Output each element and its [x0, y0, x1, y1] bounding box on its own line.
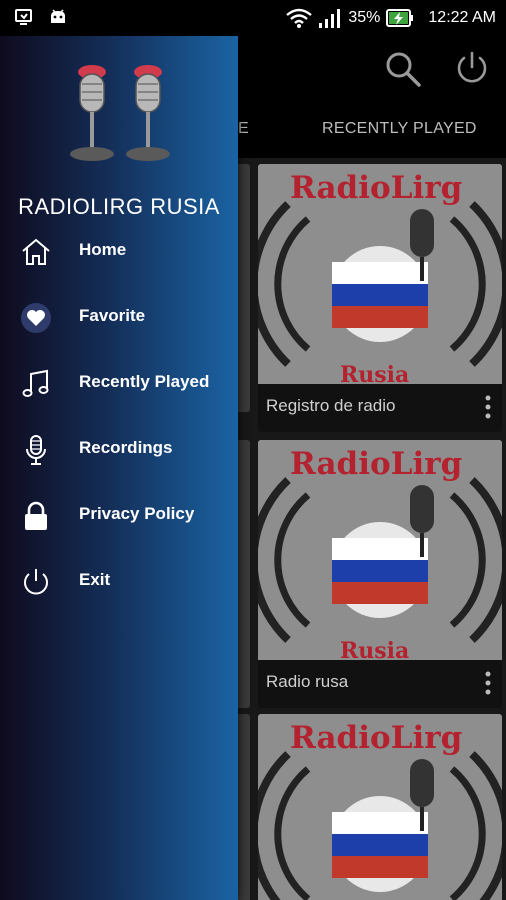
home-icon — [22, 238, 50, 265]
brand-text: RadioLirg — [290, 720, 463, 756]
music-note-icon — [22, 369, 49, 397]
drawer-item-exit[interactable]: Exit — [0, 554, 238, 610]
lock-icon — [25, 501, 47, 530]
drawer-item-label: Privacy Policy — [79, 504, 195, 523]
card-footer: Registro de radio — [258, 384, 502, 432]
heart-icon — [21, 303, 51, 333]
drawer-item-label: Recently Played — [79, 372, 210, 391]
android-notification-icon — [51, 9, 65, 23]
station-title: Radio rusa — [266, 672, 349, 691]
tab-recently-played[interactable]: RECENTLY PLAYED — [322, 120, 477, 138]
power-button-icon[interactable] — [454, 50, 490, 86]
microphones-logo-icon — [70, 65, 170, 161]
navigation-drawer: RADIOLIRG RUSIA Home Favorite Recently P… — [0, 36, 238, 900]
station-logo-image: RadioLirg Rusia — [258, 164, 502, 388]
drawer-item-label: Recordings — [79, 438, 173, 457]
drawer-title: RADIOLIRG RUSIA — [18, 194, 220, 219]
station-card[interactable]: RadioLirg Rusia Radio rusa — [258, 440, 502, 708]
station-title: Registro de radio — [266, 396, 396, 415]
tab-home-partial[interactable]: E — [238, 120, 249, 138]
card-footer: Radio rusa — [258, 660, 502, 708]
microphone-icon — [26, 435, 46, 465]
drawer-item-recently-played[interactable]: Recently Played — [0, 356, 238, 412]
status-bar: 35% 12:22 AM — [0, 0, 506, 36]
wifi-icon — [286, 8, 313, 28]
drawer-item-privacy-policy[interactable]: Privacy Policy — [0, 488, 238, 544]
station-logo-image: RadioLirg Rusia — [258, 440, 502, 664]
drawer-item-label: Exit — [79, 570, 111, 589]
drawer-item-label: Home — [79, 240, 127, 259]
signal-icon — [319, 9, 341, 28]
brand-text: RadioLirg — [290, 170, 463, 206]
station-logo-image: RadioLirg — [258, 714, 502, 900]
drawer-item-favorite[interactable]: Favorite — [0, 290, 238, 346]
search-icon[interactable] — [384, 50, 422, 88]
station-card[interactable]: RadioLirg Rusia Registro de radio — [258, 164, 502, 432]
more-options-icon[interactable] — [484, 670, 492, 696]
battery-charging-icon — [386, 9, 414, 27]
drawer-item-home[interactable]: Home — [0, 224, 238, 280]
battery-percent: 35% — [348, 9, 381, 26]
station-card[interactable]: RadioLirg — [258, 714, 502, 900]
power-icon — [24, 569, 48, 595]
drawer-item-label: Favorite — [79, 306, 146, 325]
drawer-item-recordings[interactable]: Recordings — [0, 422, 238, 478]
brand-text: RadioLirg — [290, 446, 463, 482]
more-options-icon[interactable] — [484, 394, 492, 420]
clock: 12:22 AM — [428, 9, 496, 26]
cast-notification-icon — [15, 9, 32, 25]
app-screen: 35% 12:22 AM E RECENTLY PLAYED RadioLirg… — [0, 0, 506, 900]
